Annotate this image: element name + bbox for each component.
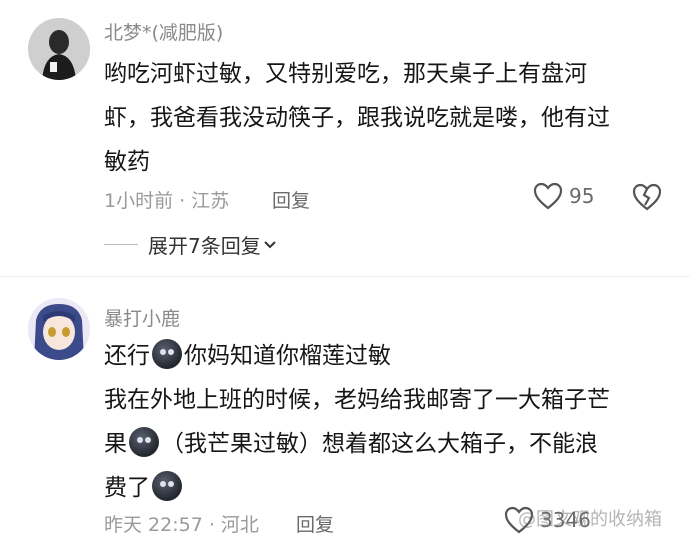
heart-outline-icon: [533, 182, 563, 210]
comment-text: 费了: [104, 475, 150, 501]
comment-meta: 1小时前 · 江苏: [104, 190, 230, 212]
comment-text-line: 哟吃河虾过敏，又特别爱吃，那天桌子上有盘河: [104, 61, 587, 87]
comment-divider: [0, 276, 690, 277]
chevron-down-icon: [264, 240, 276, 248]
like-count: 95: [569, 184, 595, 208]
comment-username[interactable]: 北梦*(减肥版): [104, 18, 223, 45]
comment-meta: 昨天 22:57 · 河北: [104, 514, 259, 536]
comment-text-line: 还行 你妈知道你榴莲过敏: [104, 334, 664, 378]
comment-text-line: 敏药: [104, 149, 150, 175]
avatar[interactable]: [28, 298, 90, 360]
watermark: @图文观的收纳箱: [518, 509, 662, 530]
expand-replies-label: 展开7条回复: [148, 234, 261, 258]
comment-text-line: 虾，我爸看我没动筷子，跟我说吃就是喽，他有过: [104, 105, 610, 131]
comment-text-line: 我在外地上班的时候，老妈给我邮寄了一大箱子芒: [104, 387, 610, 413]
comment-text-line: 果 （我芒果过敏）想着都这么大箱子，不能浪: [104, 422, 664, 466]
reply-button[interactable]: 回复: [296, 510, 334, 537]
comment-body: 哟吃河虾过敏，又特别爱吃，那天桌子上有盘河 虾，我爸看我没动筷子，跟我说吃就是喽…: [104, 52, 664, 184]
comment-text: 你妈知道你榴莲过敏: [184, 343, 391, 369]
comment-text: （我芒果过敏）想着都这么大箱子，不能浪: [161, 431, 598, 457]
dislike-button[interactable]: [632, 183, 662, 215]
comment-text: 果: [104, 431, 127, 457]
comment-body: 还行 你妈知道你榴莲过敏 我在外地上班的时候，老妈给我邮寄了一大箱子芒 果 （我芒果…: [104, 334, 664, 510]
broken-heart-icon: [632, 183, 662, 211]
expand-replies-button[interactable]: 展开7条回复: [104, 230, 277, 259]
divider-dash: [104, 244, 138, 245]
comment-text: 还行: [104, 343, 150, 369]
comment-username[interactable]: 暴打小鹿: [104, 304, 180, 331]
comment-text-line: 费了: [104, 466, 664, 510]
avatar-image: [28, 18, 90, 80]
like-button[interactable]: 95: [533, 182, 594, 210]
dark-face-emoji: [152, 471, 182, 501]
avatar[interactable]: [28, 18, 90, 80]
dark-face-emoji: [152, 339, 182, 369]
dark-face-emoji: [129, 427, 159, 457]
avatar-image: [28, 298, 90, 360]
reply-button[interactable]: 回复: [272, 186, 310, 213]
